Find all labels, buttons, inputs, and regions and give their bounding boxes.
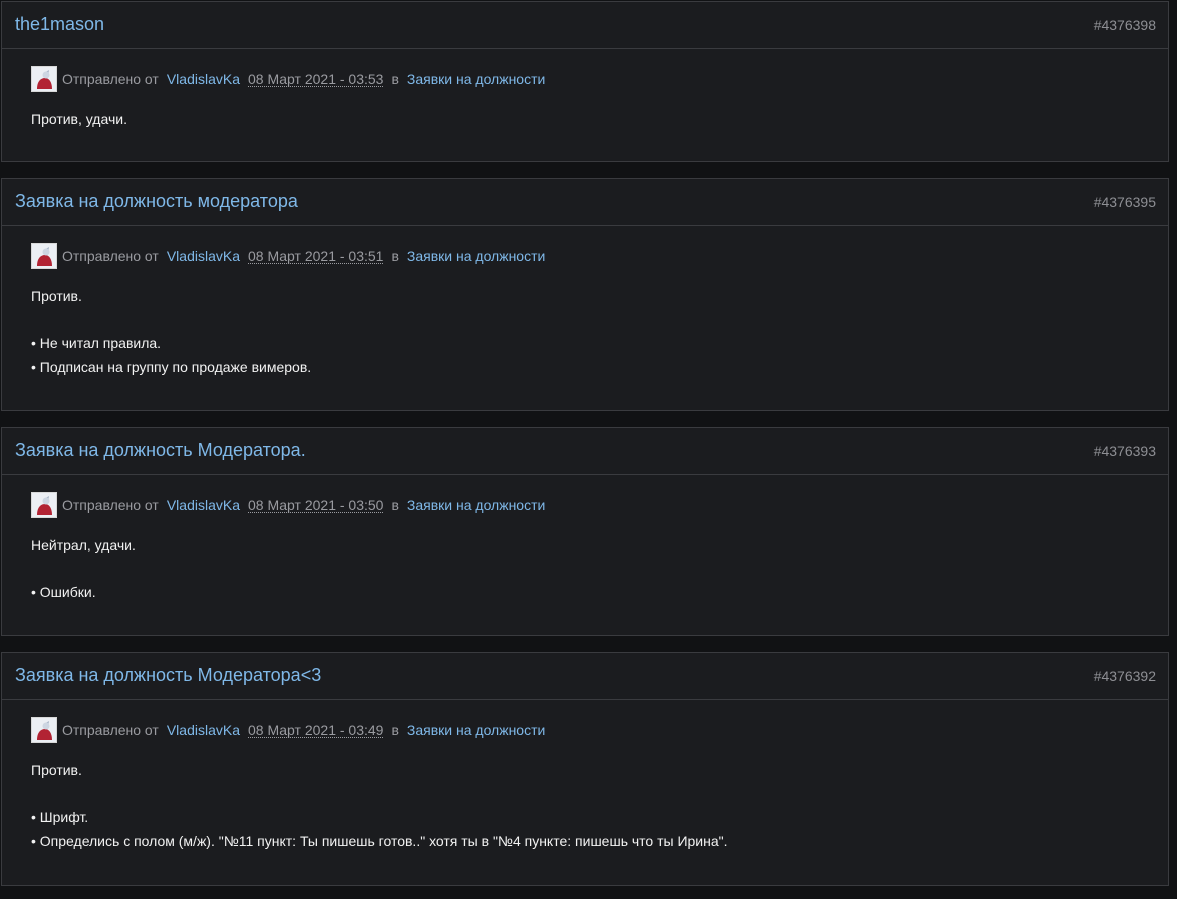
post-meta: Отправлено от VladislavKa 08 Март 2021 -…: [31, 65, 545, 93]
post-date: 08 Март 2021 - 03:53: [247, 70, 384, 87]
post-text: • Шрифт.: [31, 809, 89, 825]
post-id-link[interactable]: #4376398: [1094, 17, 1156, 33]
post-header: Заявка на должность Модератора<3 #437639…: [2, 653, 1168, 700]
in-label: в: [391, 722, 399, 738]
post-text: • Определись с полом (м/ж). "№11 пункт: …: [31, 833, 728, 849]
sent-label: Отправлено от: [62, 71, 159, 87]
post-meta: Отправлено от VladislavKa 08 Март 2021 -…: [31, 242, 545, 270]
forum-link[interactable]: Заявки на должности: [407, 497, 545, 513]
post-text: • Ошибки.: [31, 584, 96, 600]
post-title-link[interactable]: the1mason: [15, 14, 104, 35]
sent-label: Отправлено от: [62, 497, 159, 513]
in-label: в: [391, 248, 399, 264]
post-body: Против, удачи.: [31, 107, 127, 131]
avatar-image-icon: [32, 718, 56, 742]
avatar[interactable]: [31, 717, 57, 743]
post-text: Против, удачи.: [31, 111, 127, 127]
post-card: the1mason #4376398 Отправлено от Vladisl…: [1, 1, 1169, 162]
avatar-image-icon: [32, 493, 56, 517]
post-title-link[interactable]: Заявка на должность модератора: [15, 191, 298, 212]
post-id-link[interactable]: #4376392: [1094, 668, 1156, 684]
in-label: в: [391, 497, 399, 513]
post-id-link[interactable]: #4376395: [1094, 194, 1156, 210]
post-meta: Отправлено от VladislavKa 08 Март 2021 -…: [31, 491, 545, 519]
forum-link[interactable]: Заявки на должности: [407, 722, 545, 738]
post-text: Против.: [31, 762, 82, 778]
post-text: • Подписан на группу по продаже вимеров.: [31, 359, 312, 375]
avatar[interactable]: [31, 243, 57, 269]
post-header: the1mason #4376398: [2, 2, 1168, 49]
post-feed: the1mason #4376398 Отправлено от Vladisl…: [0, 0, 1177, 899]
post-text: • Не читал правила.: [31, 335, 162, 351]
avatar-image-icon: [32, 67, 56, 91]
post-date: 08 Март 2021 - 03:50: [247, 496, 384, 513]
avatar[interactable]: [31, 66, 57, 92]
post-body: Нейтрал, удачи. • Ошибки.: [31, 533, 136, 604]
post-date: 08 Март 2021 - 03:49: [247, 721, 384, 738]
post-card: Заявка на должность Модератора. #4376393…: [1, 427, 1169, 636]
sent-label: Отправлено от: [62, 248, 159, 264]
post-card: Заявка на должность Модератора<3 #437639…: [1, 652, 1169, 886]
author-link[interactable]: VladislavKa: [167, 248, 240, 264]
post-title-link[interactable]: Заявка на должность Модератора.: [15, 440, 306, 461]
author-link[interactable]: VladislavKa: [167, 722, 240, 738]
forum-link[interactable]: Заявки на должности: [407, 71, 545, 87]
post-body: Против. • Шрифт. • Определись с полом (м…: [31, 758, 728, 853]
post-meta: Отправлено от VladislavKa 08 Март 2021 -…: [31, 716, 545, 744]
post-text: Нейтрал, удачи.: [31, 537, 136, 553]
post-date: 08 Март 2021 - 03:51: [247, 247, 384, 264]
author-link[interactable]: VladislavKa: [167, 71, 240, 87]
avatar-image-icon: [32, 244, 56, 268]
avatar[interactable]: [31, 492, 57, 518]
forum-link[interactable]: Заявки на должности: [407, 248, 545, 264]
in-label: в: [391, 71, 399, 87]
post-header: Заявка на должность Модератора. #4376393: [2, 428, 1168, 475]
post-id-link[interactable]: #4376393: [1094, 443, 1156, 459]
author-link[interactable]: VladislavKa: [167, 497, 240, 513]
post-body: Против. • Не читал правила. • Подписан н…: [31, 284, 311, 379]
post-text: Против.: [31, 288, 82, 304]
post-title-link[interactable]: Заявка на должность Модератора<3: [15, 665, 321, 686]
post-header: Заявка на должность модератора #4376395: [2, 179, 1168, 226]
post-card: Заявка на должность модератора #4376395 …: [1, 178, 1169, 411]
sent-label: Отправлено от: [62, 722, 159, 738]
